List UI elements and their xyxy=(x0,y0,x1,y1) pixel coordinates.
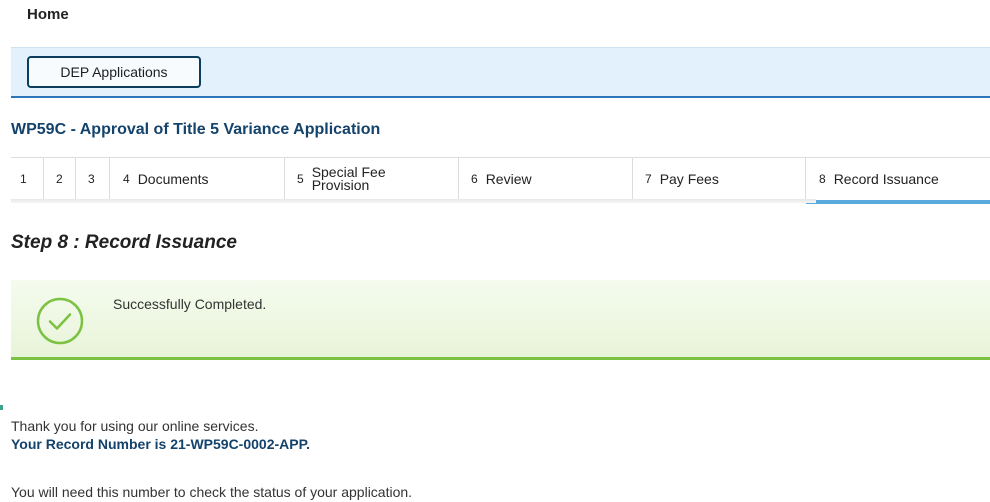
step-label: Pay Fees xyxy=(659,170,719,187)
step-3[interactable]: 3 xyxy=(76,158,110,200)
step-6-review[interactable]: 6 Review xyxy=(459,158,633,200)
edge-marker xyxy=(0,405,3,410)
success-message: Successfully Completed. xyxy=(113,296,267,312)
application-title: WP59C - Approval of Title 5 Variance App… xyxy=(11,121,381,138)
dep-applications-button[interactable]: DEP Applications xyxy=(27,56,201,88)
step-number: 7 xyxy=(645,172,652,186)
step-label: Record Issuance xyxy=(833,170,939,187)
step-number: 4 xyxy=(123,172,130,186)
step-number: 6 xyxy=(471,172,478,186)
check-circle-icon xyxy=(36,297,84,345)
step-number: 2 xyxy=(56,172,63,186)
step-number: 8 xyxy=(819,172,826,186)
step-number: 1 xyxy=(20,172,27,186)
status-note-text: You will need this number to check the s… xyxy=(11,484,413,500)
step-number: 3 xyxy=(88,172,95,186)
record-number-text: Your Record Number is 21-WP59C-0002-APP. xyxy=(11,436,311,452)
step-label: Special Fee Provision xyxy=(311,164,386,193)
step-label: Documents xyxy=(137,170,209,187)
step-5-special-fee-provision[interactable]: 5 Special Fee Provision xyxy=(285,158,459,200)
step-8-record-issuance[interactable]: 8 Record Issuance xyxy=(806,158,990,204)
step-2[interactable]: 2 xyxy=(44,158,76,200)
step-progress-bar: 1 2 3 4 Documents 5 Special Fee Provisio… xyxy=(11,157,990,204)
success-message-box: Successfully Completed. xyxy=(11,280,990,360)
step-7-pay-fees[interactable]: 7 Pay Fees xyxy=(633,158,806,200)
thank-you-text: Thank you for using our online services. xyxy=(11,418,259,434)
step-label: Review xyxy=(485,170,532,187)
steps-divider xyxy=(11,199,816,203)
module-bar: DEP Applications xyxy=(11,47,990,98)
home-link[interactable]: Home xyxy=(27,6,69,23)
step-4-documents[interactable]: 4 Documents xyxy=(110,158,285,200)
step-heading: Step 8 : Record Issuance xyxy=(11,232,237,253)
step-1[interactable]: 1 xyxy=(11,158,44,200)
step-number: 5 xyxy=(297,172,304,186)
